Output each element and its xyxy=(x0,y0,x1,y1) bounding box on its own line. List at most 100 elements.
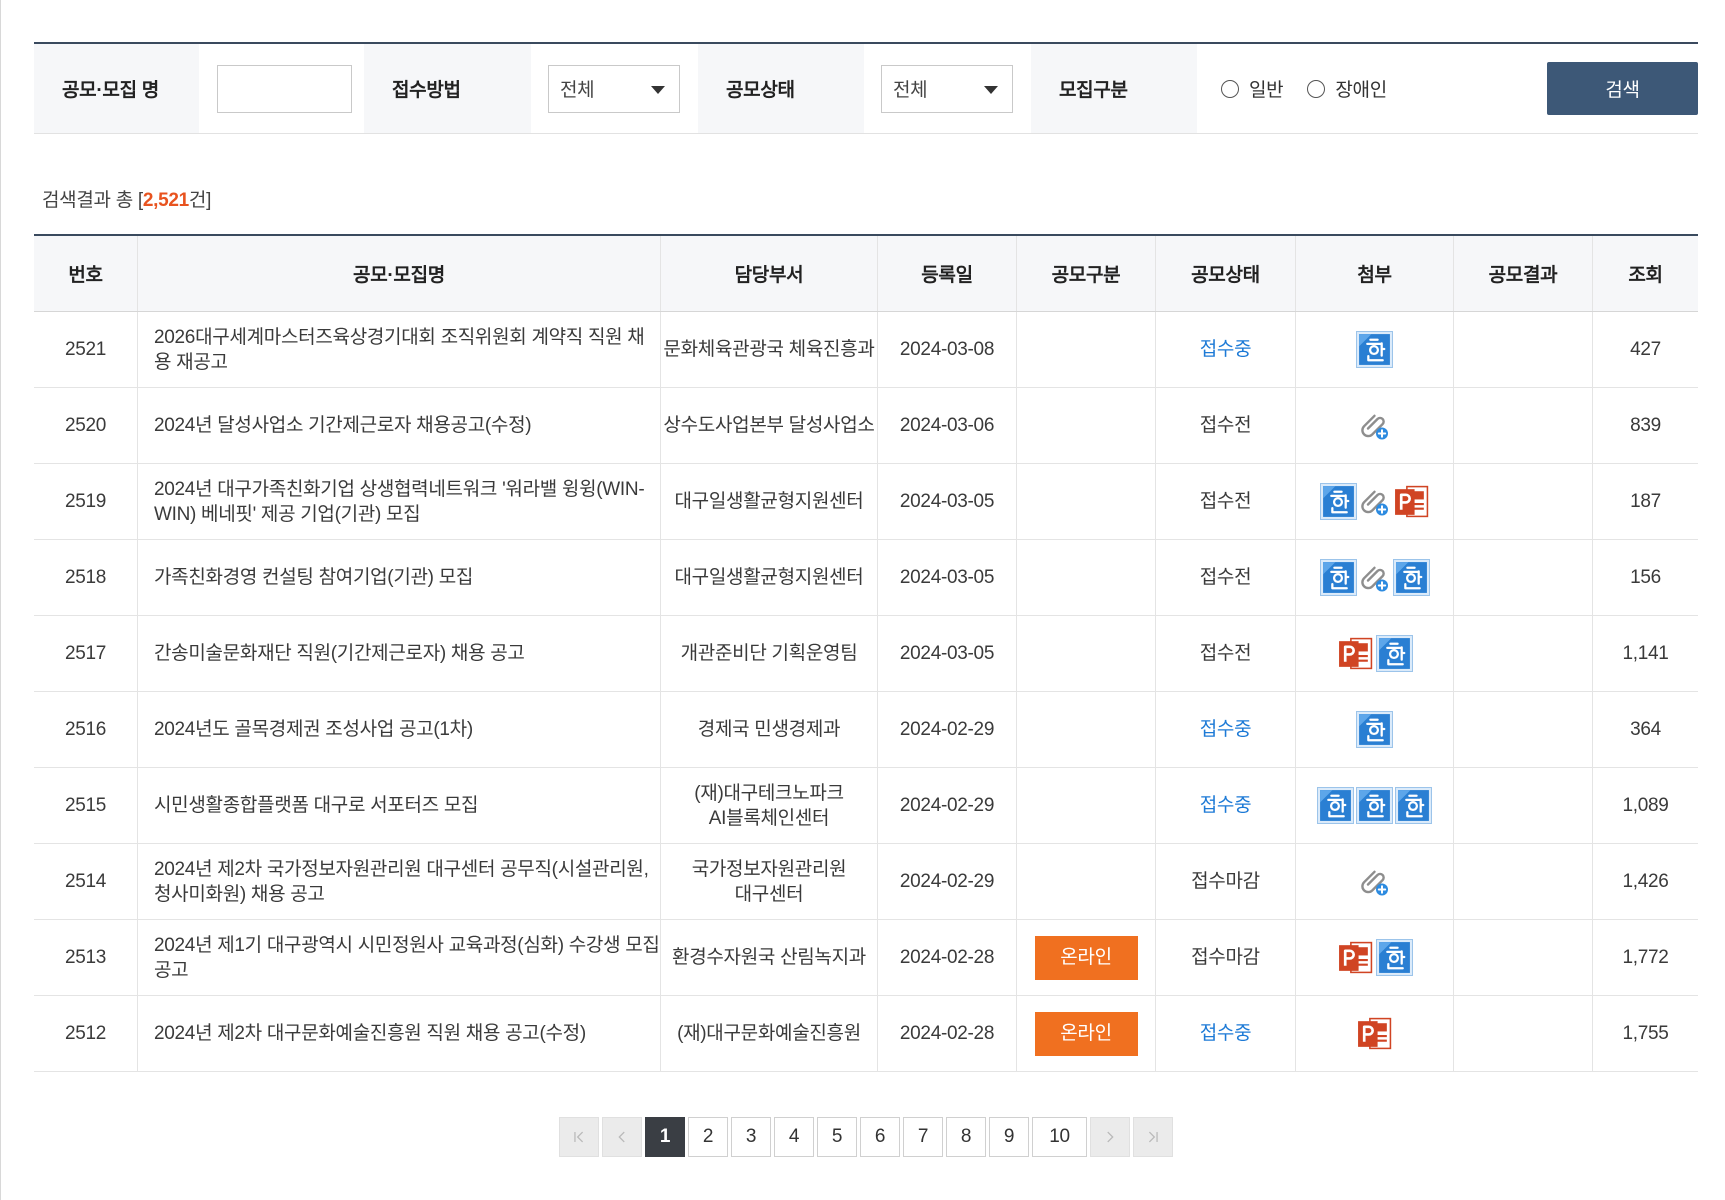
row-number: 2520 xyxy=(64,415,107,436)
hwp-file-icon[interactable] xyxy=(1375,939,1413,976)
ppt-file-icon[interactable] xyxy=(1393,483,1430,520)
row-result xyxy=(1453,464,1592,539)
row-title-link[interactable]: 시민생활종합플랫폼 대구로 서포터즈 모집 xyxy=(154,793,478,818)
search-button-area: 검색 xyxy=(1547,44,1698,133)
row-views: 1,755 xyxy=(1592,996,1698,1071)
row-title-cell: 2024년 달성사업소 기간제근로자 채용공고(수정) xyxy=(137,388,660,463)
page-number-button[interactable]: 1 xyxy=(645,1117,685,1157)
row-status-cell: 접수중 xyxy=(1155,312,1295,387)
row-title-link[interactable]: 2026대구세계마스터즈육상경기대회 조직위원회 계약직 직원 채용 재공고 xyxy=(154,325,660,375)
row-date: 2024-03-05 xyxy=(877,616,1016,691)
attachment-icons xyxy=(1319,483,1430,520)
attachment-icons xyxy=(1317,787,1432,824)
hwp-file-icon[interactable] xyxy=(1395,787,1432,824)
radio-label: 장애인 xyxy=(1335,80,1387,101)
row-result xyxy=(1453,692,1592,767)
hwp-file-icon[interactable] xyxy=(1319,483,1357,520)
ppt-file-icon[interactable] xyxy=(1337,635,1374,672)
status-select[interactable]: 전체 xyxy=(881,64,1013,113)
hwp-file-icon[interactable] xyxy=(1392,559,1430,596)
table-row: 2516 2024년도 골목경제권 조성사업 공고(1차) 경제국 민생경제과 202… xyxy=(34,692,1698,768)
page-number-button[interactable]: 7 xyxy=(903,1117,943,1157)
status-select-value: 전체 xyxy=(893,80,928,101)
hwp-file-icon[interactable] xyxy=(1356,331,1393,368)
apply-type-badge[interactable]: 온라인 xyxy=(1034,935,1138,980)
category-label: 모집구분 xyxy=(1031,44,1197,133)
row-status-cell: 접수중 xyxy=(1155,768,1295,843)
row-number: 2514 xyxy=(64,871,107,892)
hwp-file-icon[interactable] xyxy=(1319,559,1357,596)
hwp-file-icon[interactable] xyxy=(1375,635,1413,672)
row-views: 1,089 xyxy=(1592,768,1698,843)
radio-circle-icon[interactable] xyxy=(1221,79,1239,98)
page-number-button[interactable]: 4 xyxy=(774,1117,814,1157)
method-label: 접수방법 xyxy=(364,44,531,133)
row-title-link[interactable]: 가족친화경영 컨설팅 참여기업(기관) 모집 xyxy=(154,565,473,590)
row-title-link[interactable]: 2024년 대구가족친화기업 상생협력네트워크 '워라밸 윙윙(WIN-WIN)… xyxy=(154,477,660,527)
last-page-button[interactable] xyxy=(1133,1117,1173,1157)
row-title-cell: 2024년 제2차 대구문화예술진흥원 직원 채용 공고(수정) xyxy=(137,996,660,1071)
row-result xyxy=(1453,312,1592,387)
table-row: 2515 시민생활종합플랫폼 대구로 서포터즈 모집 (재)대구테크노파크 AI블록… xyxy=(34,768,1698,844)
result-summary: 검색결과 총 [2,521건] xyxy=(34,134,1698,234)
header-result: 공모결과 xyxy=(1453,236,1592,311)
page-number-button[interactable]: 5 xyxy=(817,1117,857,1157)
row-date: 2024-02-29 xyxy=(877,692,1016,767)
page-number-button[interactable]: 2 xyxy=(688,1117,728,1157)
apply-type-badge[interactable]: 온라인 xyxy=(1034,1011,1138,1056)
row-type-cell xyxy=(1016,768,1155,843)
prev-page-button[interactable] xyxy=(602,1117,642,1157)
attachment-clip-icon[interactable] xyxy=(1359,483,1391,520)
row-number: 2515 xyxy=(64,795,107,816)
method-select[interactable]: 전체 xyxy=(548,64,680,113)
page-number-button[interactable]: 8 xyxy=(946,1117,986,1157)
hwp-file-icon[interactable] xyxy=(1356,787,1393,824)
page-number-button[interactable]: 10 xyxy=(1032,1117,1087,1157)
page-number-button[interactable]: 3 xyxy=(731,1117,771,1157)
row-attachments xyxy=(1295,312,1453,387)
header-views: 조회 xyxy=(1592,236,1698,311)
row-views: 187 xyxy=(1592,464,1698,539)
title-search-field xyxy=(199,44,364,133)
row-views: 1,772 xyxy=(1592,920,1698,995)
header-row: 번호 공모·모집명 담당부서 등록일 공모구분 공모상태 첨부 공모결과 조회 xyxy=(34,236,1698,312)
page-number-button[interactable]: 6 xyxy=(860,1117,900,1157)
row-title-link[interactable]: 2024년 제2차 국가정보자원관리원 대구센터 공무직(시설관리원, 청사미화… xyxy=(154,857,660,907)
title-search-input[interactable] xyxy=(217,64,352,113)
ppt-file-icon[interactable] xyxy=(1356,1015,1393,1052)
row-result xyxy=(1453,616,1592,691)
row-result xyxy=(1453,920,1592,995)
hwp-file-icon[interactable] xyxy=(1356,711,1393,748)
status-text: 접수전 xyxy=(1199,567,1252,588)
attachment-clip-icon[interactable] xyxy=(1359,863,1391,900)
attachment-icons xyxy=(1356,331,1393,368)
status-text: 접수마감 xyxy=(1191,947,1260,968)
table-row: 2512 2024년 제2차 대구문화예술진흥원 직원 채용 공고(수정) (재)대… xyxy=(34,996,1698,1072)
search-button[interactable]: 검색 xyxy=(1547,62,1698,115)
radio-disabled[interactable]: 장애인 xyxy=(1307,75,1387,102)
next-page-button[interactable] xyxy=(1090,1117,1130,1157)
chevron-right-icon xyxy=(1107,1131,1114,1143)
attachment-clip-icon[interactable] xyxy=(1359,407,1391,444)
first-page-button[interactable] xyxy=(559,1117,599,1157)
hwp-file-icon[interactable] xyxy=(1317,787,1354,824)
ppt-file-icon[interactable] xyxy=(1337,939,1374,976)
radio-circle-icon[interactable] xyxy=(1307,79,1326,98)
row-title-link[interactable]: 2024년 달성사업소 기간제근로자 채용공고(수정) xyxy=(154,413,531,438)
page-number-button[interactable]: 9 xyxy=(989,1117,1029,1157)
row-title-cell: 2024년 제1기 대구광역시 시민정원사 교육과정(심화) 수강생 모집 공고 xyxy=(137,920,660,995)
row-title-link[interactable]: 2024년 제2차 대구문화예술진흥원 직원 채용 공고(수정) xyxy=(154,1021,586,1046)
dropdown-arrow-icon xyxy=(651,85,665,94)
row-type-cell xyxy=(1016,616,1155,691)
radio-general[interactable]: 일반 xyxy=(1221,75,1284,102)
row-number: 2516 xyxy=(64,719,107,740)
row-title-link[interactable]: 2024년도 골목경제권 조성사업 공고(1차) xyxy=(154,717,473,742)
row-attachments xyxy=(1295,996,1453,1071)
attachment-icons xyxy=(1337,635,1413,672)
attachment-clip-icon[interactable] xyxy=(1359,559,1391,596)
row-title-link[interactable]: 간송미술문화재단 직원(기간제근로자) 채용 공고 xyxy=(154,641,525,666)
header-department: 담당부서 xyxy=(660,236,877,311)
row-result xyxy=(1453,388,1592,463)
row-title-link[interactable]: 2024년 제1기 대구광역시 시민정원사 교육과정(심화) 수강생 모집 공고 xyxy=(154,933,660,983)
row-number: 2521 xyxy=(64,339,107,360)
